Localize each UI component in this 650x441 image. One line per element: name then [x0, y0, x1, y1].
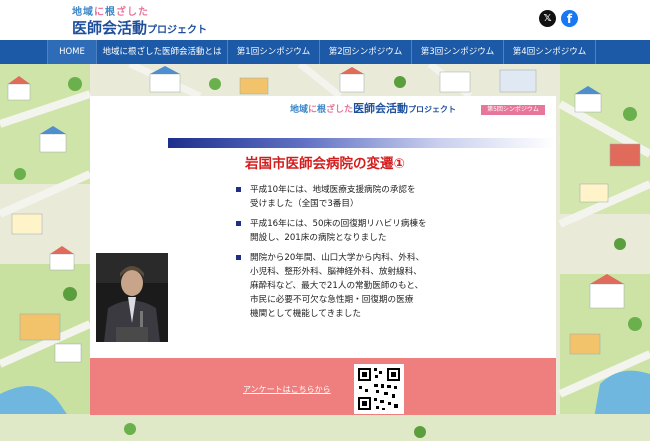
bullet-square-icon — [236, 255, 241, 260]
bullet-item: 平成10年には、地域医療支援病院の承認を 受けました（全国で3番目） — [236, 183, 476, 211]
logo-title: 医師会活動プロジェクト — [72, 19, 208, 37]
symposium-badge: 第5回シンポジウム — [481, 105, 545, 115]
presentation-slide: 地域に根ざした医師会活動プロジェクト 第5回シンポジウム 岩国市医師会病院の変遷… — [90, 96, 556, 358]
survey-link[interactable]: アンケートはこちらから — [243, 384, 331, 395]
nav-symposium-1[interactable]: 第1回シンポジウム — [228, 40, 320, 64]
nav-symposium-2[interactable]: 第2回シンポジウム — [320, 40, 412, 64]
bullet-item: 平成16年には、50床の回復期リハビリ病棟を 開設し、201床の病院となりました — [236, 217, 476, 245]
survey-qr-code[interactable] — [354, 364, 404, 414]
slide-bullets: 平成10年には、地域医療支援病院の承認を 受けました（全国で3番目） 平成16年… — [236, 183, 476, 327]
site-header: 地域に根ざした 医師会活動プロジェクト 𝕏 f — [0, 0, 650, 40]
x-icon[interactable]: 𝕏 — [539, 10, 556, 27]
nav-symposium-4[interactable]: 第4回シンポジウム — [504, 40, 596, 64]
main-nav: HOME 地域に根ざした医師会活動とは 第1回シンポジウム 第2回シンポジウム … — [0, 40, 650, 64]
facebook-icon[interactable]: f — [561, 10, 578, 27]
site-logo[interactable]: 地域に根ざした 医師会活動プロジェクト — [72, 3, 207, 37]
gradient-divider — [168, 138, 554, 148]
slide-logo: 地域に根ざした医師会活動プロジェクト — [290, 102, 457, 115]
nav-symposium-3[interactable]: 第3回シンポジウム — [412, 40, 504, 64]
nav-home[interactable]: HOME — [47, 40, 97, 64]
speaker-video-thumbnail[interactable] — [96, 253, 168, 342]
slide-title: 岩国市医師会病院の変遷① — [245, 156, 405, 172]
logo-tagline: 地域に根ざした — [72, 7, 149, 18]
bullet-item: 開院から20年間、山口大学から内科、外科、 小児科、整形外科、脳神経外科、放射線… — [236, 251, 476, 321]
bullet-square-icon — [236, 187, 241, 192]
survey-section: アンケートはこちらから — [90, 358, 556, 415]
nav-about[interactable]: 地域に根ざした医師会活動とは — [97, 40, 228, 64]
bullet-square-icon — [236, 221, 241, 226]
